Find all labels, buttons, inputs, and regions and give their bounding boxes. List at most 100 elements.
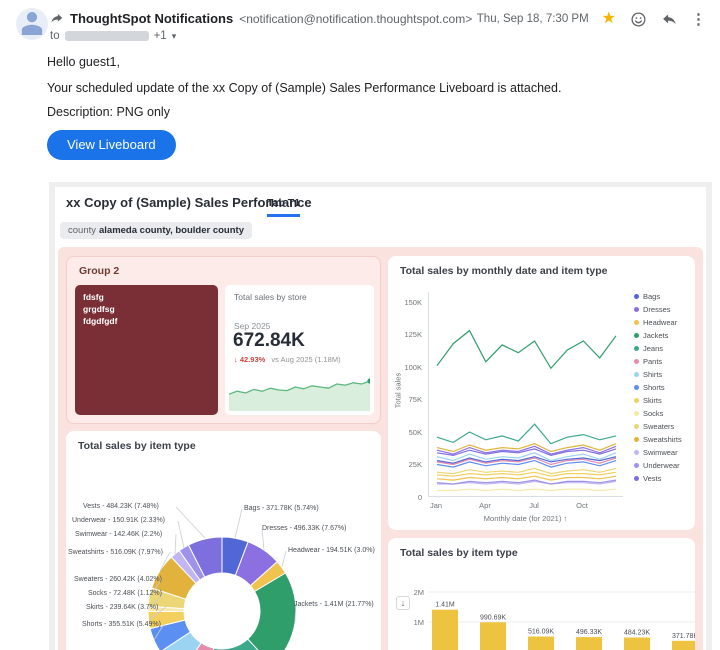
y-axis-tick: 100K [404,363,422,372]
legend-label: Socks [643,409,664,418]
bar-1 [480,622,506,650]
filter-chip: county alameda county, boulder county [60,222,252,239]
kpi-title: Total sales by store [234,292,307,302]
star-icon[interactable]: ★ [602,11,616,27]
legend-dot [634,333,639,338]
delta-compare: vs Aug 2025 (1.18M) [271,355,341,364]
to-label: to [50,30,60,42]
bar-3 [576,637,602,650]
kpi-delta: ↓ 42.93% vs Aug 2025 (1.18M) [234,355,341,364]
bar-2 [528,636,554,650]
y-axis-tick: 0 [417,493,422,502]
note-line: fdsfg [83,292,104,302]
donut-label-sweatshirts: Sweatshirts - 516.09K (7.97%) [68,549,163,556]
legend-label: Headwear [643,318,678,327]
show-details-icon[interactable]: ▾ [172,31,177,42]
legend-dot [634,385,639,390]
bar-value-label: 990.69K [480,614,506,621]
add-reaction-icon[interactable] [629,10,647,28]
donut-label-swimwear: Swimwear - 142.46K (2.2%) [75,531,163,538]
line-series-socks [437,488,617,492]
x-axis-tick: Jul [529,501,539,510]
bar-4 [624,637,650,650]
y-axis-tick: 50K [408,428,422,437]
donut-label-jackets: Jackets - 1.41M (21.77%) [294,601,374,608]
bar-chart-card: Total sales by item type ↓ 2M 1M 1.41M 99… [388,538,695,650]
legend-dot [634,307,639,312]
bar-value-label: 516.09K [528,629,554,636]
legend-item-headwear: Headwear [634,316,682,329]
legend-item-shirts: Shirts [634,368,682,381]
attachment-preview[interactable]: xx Copy of (Sample) Sales Performance Ta… [49,182,712,650]
x-axis-tick: Jan [429,501,443,510]
legend-dot [634,411,639,416]
donut-label-skirts: Skirts - 239.64K (3.7%) [86,604,159,611]
legend-dot [634,463,639,468]
line-x-axis-title: Monthly date (for 2021) ↑ [483,514,568,523]
donut-chart-card: Total sales by item type Vests - 484.23K… [66,431,381,650]
forwarded-icon [50,12,64,26]
filter-value: alameda county, boulder county [99,225,244,236]
sender-name: ThoughtSpot Notifications [70,11,234,26]
delta-down-arrow-icon: ↓ [234,355,238,364]
sort-descending-icon: ↓ [396,596,410,610]
donut-label-bags: Bags - 371.78K (5.74%) [244,505,319,512]
legend-dot [634,359,639,364]
line-series-jackets [436,329,617,370]
line-series-sweaters [436,467,617,475]
legend-label: Underwear [643,461,680,470]
more-options-icon[interactable]: ⋮ [691,10,706,28]
donut-label-sweaters: Sweaters - 260.42K (4.02%) [74,576,162,583]
legend-item-skirts: Skirts [634,394,682,407]
liveboard-tab: Tab T1 [267,197,301,217]
bar-chart-title: Total sales by item type [400,547,518,559]
legend-item-sweatshirts: Sweatshirts [634,433,682,446]
sender-avatar[interactable] [16,8,48,40]
line-chart-title: Total sales by monthly date and item typ… [400,265,608,277]
legend-label: Skirts [643,396,662,405]
person-icon [19,9,45,40]
legend-dot [634,372,639,377]
legend-label: Bags [643,292,661,301]
legend-label: Shorts [643,383,665,392]
kpi-card: Total sales by store Sep 2025 672.84K ↓ … [225,285,374,415]
sort-ascending-icon: ↑ [563,514,568,523]
note-line: fdgdfgdf [83,315,118,326]
legend-dot [634,450,639,455]
legend-dot [634,437,639,442]
legend-label: Pants [643,357,663,366]
legend-item-dresses: Dresses [634,303,682,316]
bar-value-label: 484.23K [624,630,650,637]
bar-value-label: 1.41M [435,602,455,609]
email-date: Thu, Sep 18, 7:30 PM [476,13,589,25]
legend-dot [634,398,639,403]
legend-item-vests: Vests [634,472,682,485]
legend-dot [634,294,639,299]
line-series-jeans [436,423,617,445]
view-liveboard-button[interactable]: View Liveboard [47,130,176,160]
legend-dot [634,476,639,481]
legend-item-jeans: Jeans [634,342,682,355]
liveboard-canvas: xx Copy of (Sample) Sales Performance Ta… [55,187,706,650]
legend-item-jackets: Jackets [634,329,682,342]
legend-dot [634,320,639,325]
donut-label-headwear: Headwear - 194.51K (3.0%) [288,547,375,554]
kpi-sparkline [229,378,370,411]
greeting-text: Hello guest1, [47,55,120,69]
reply-icon[interactable] [660,10,678,28]
legend-label: Jeans [643,344,664,353]
donut-chart [147,506,297,650]
legend-item-swimwear: Swimwear [634,446,682,459]
y-axis-tick: 25K [408,460,422,469]
pinned-charts-section: Group 2 fdsfg grgdfsg fdgdfgdf Total sal… [58,247,703,650]
y-axis-tick: 75K [408,395,422,404]
line-chart [436,329,617,492]
donut-label-socks: Socks - 72.48K (1.12%) [88,590,162,597]
donut-label-vests: Vests - 484.23K (7.48%) [83,503,159,510]
recipient-redacted [64,31,149,41]
legend-item-socks: Socks [634,407,682,420]
chart-legend: Bags Dresses Headwear Jackets Jeans Pants Shir… [634,290,682,485]
bar-0 [432,609,458,650]
legend-label: Vests [643,474,662,483]
legend-label: Shirts [643,370,663,379]
